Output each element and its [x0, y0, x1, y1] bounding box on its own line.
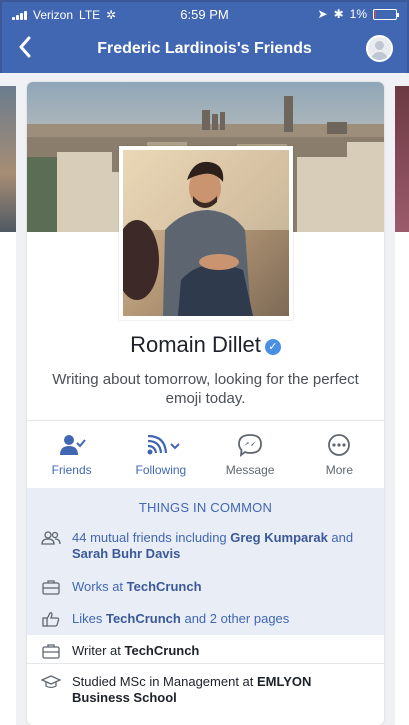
page-title: Frederic Lardinois's Friends — [97, 40, 312, 57]
works-at-row[interactable]: Works at TechCrunch — [41, 579, 372, 595]
likes-text: Likes TechCrunch and 2 other pages — [72, 611, 289, 627]
message-button[interactable]: Message — [206, 421, 295, 488]
chevron-left-icon — [19, 36, 31, 58]
mutual-friends-row[interactable]: 44 mutual friends including Greg Kumpara… — [41, 530, 372, 562]
follow-wifi-icon — [147, 434, 180, 455]
writer-at-text: Writer at TechCrunch — [72, 643, 199, 659]
status-bar: Verizon LTE ✲ 6:59 PM ➤ ✱ 1% — [2, 2, 407, 26]
action-bar: Friends Following Message More — [27, 420, 384, 488]
mutual-friends-icon — [41, 531, 61, 545]
things-in-common: THINGS IN COMMON 44 mutual friends inclu… — [27, 488, 384, 635]
messenger-icon — [238, 434, 263, 457]
things-in-common-header: THINGS IN COMMON — [138, 500, 273, 515]
friend-check-icon — [59, 435, 86, 455]
works-at-link[interactable]: TechCrunch — [127, 579, 202, 594]
divider — [27, 663, 384, 664]
battery-percent: 1% — [349, 7, 367, 21]
bluetooth-icon: ✱ — [333, 7, 344, 21]
previous-friend-card[interactable] — [0, 86, 16, 725]
mutual-friends-count: 44 mutual friends including — [72, 530, 231, 545]
likes-page-link[interactable]: TechCrunch — [106, 611, 181, 626]
more-label: More — [325, 463, 354, 477]
chevron-down-icon — [170, 443, 180, 450]
following-button[interactable]: Following — [116, 421, 205, 488]
graduation-cap-icon — [41, 675, 61, 689]
battery-icon — [373, 8, 399, 20]
works-at-text: Works at TechCrunch — [72, 579, 202, 595]
likes-row[interactable]: Likes TechCrunch and 2 other pages — [41, 611, 372, 627]
education-text: Studied MSc in Management at EMLYON Busi… — [72, 674, 372, 706]
education-prefix: Studied MSc in Management at — [72, 674, 257, 689]
top-bar: Verizon LTE ✲ 6:59 PM ➤ ✱ 1% Frederic La… — [0, 0, 409, 73]
profile-bio: Writing about tomorrow, looking for the … — [52, 371, 359, 407]
next-friend-card[interactable] — [395, 86, 409, 725]
verified-badge-icon: ✓ — [264, 339, 281, 355]
back-button[interactable] — [18, 36, 42, 62]
nav-bar: Frederic Lardinois's Friends — [2, 26, 407, 75]
works-at-prefix: Works at — [72, 579, 127, 594]
more-dots-icon — [328, 434, 351, 456]
screen: Verizon LTE ✲ 6:59 PM ➤ ✱ 1% Frederic La… — [0, 0, 409, 725]
following-label: Following — [135, 463, 187, 477]
friends-label: Friends — [51, 463, 92, 477]
friends-button[interactable]: Friends — [27, 421, 116, 488]
profile-name-row: Romain Dillet ✓ — [27, 332, 384, 358]
more-button[interactable]: More — [295, 421, 384, 488]
mutual-friends-text: 44 mutual friends including Greg Kumpara… — [72, 530, 372, 562]
writer-at-link[interactable]: TechCrunch — [125, 643, 200, 658]
message-label: Message — [225, 463, 275, 477]
briefcase-icon — [42, 580, 60, 595]
likes-suffix: and 2 other pages — [180, 611, 290, 626]
profile-name: Romain Dillet — [130, 332, 261, 357]
user-avatar[interactable] — [366, 35, 393, 62]
education-row[interactable]: Studied MSc in Management at EMLYON Busi… — [41, 674, 372, 706]
writer-at-prefix: Writer at — [72, 643, 125, 658]
profile-picture[interactable] — [119, 146, 293, 320]
thumbs-up-icon — [42, 612, 60, 627]
likes-prefix: Likes — [72, 611, 106, 626]
location-arrow-icon: ➤ — [317, 7, 328, 21]
mutual-friend-link-1[interactable]: Greg Kumparak — [230, 530, 328, 545]
mutual-friend-link-2[interactable]: Sarah Buhr Davis — [72, 546, 180, 561]
writer-at-row[interactable]: Writer at TechCrunch — [41, 643, 372, 659]
briefcase-icon — [42, 644, 60, 659]
profile-card: Romain Dillet ✓ Writing about tomorrow, l… — [27, 82, 384, 725]
mutual-friends-and: and — [327, 530, 354, 545]
